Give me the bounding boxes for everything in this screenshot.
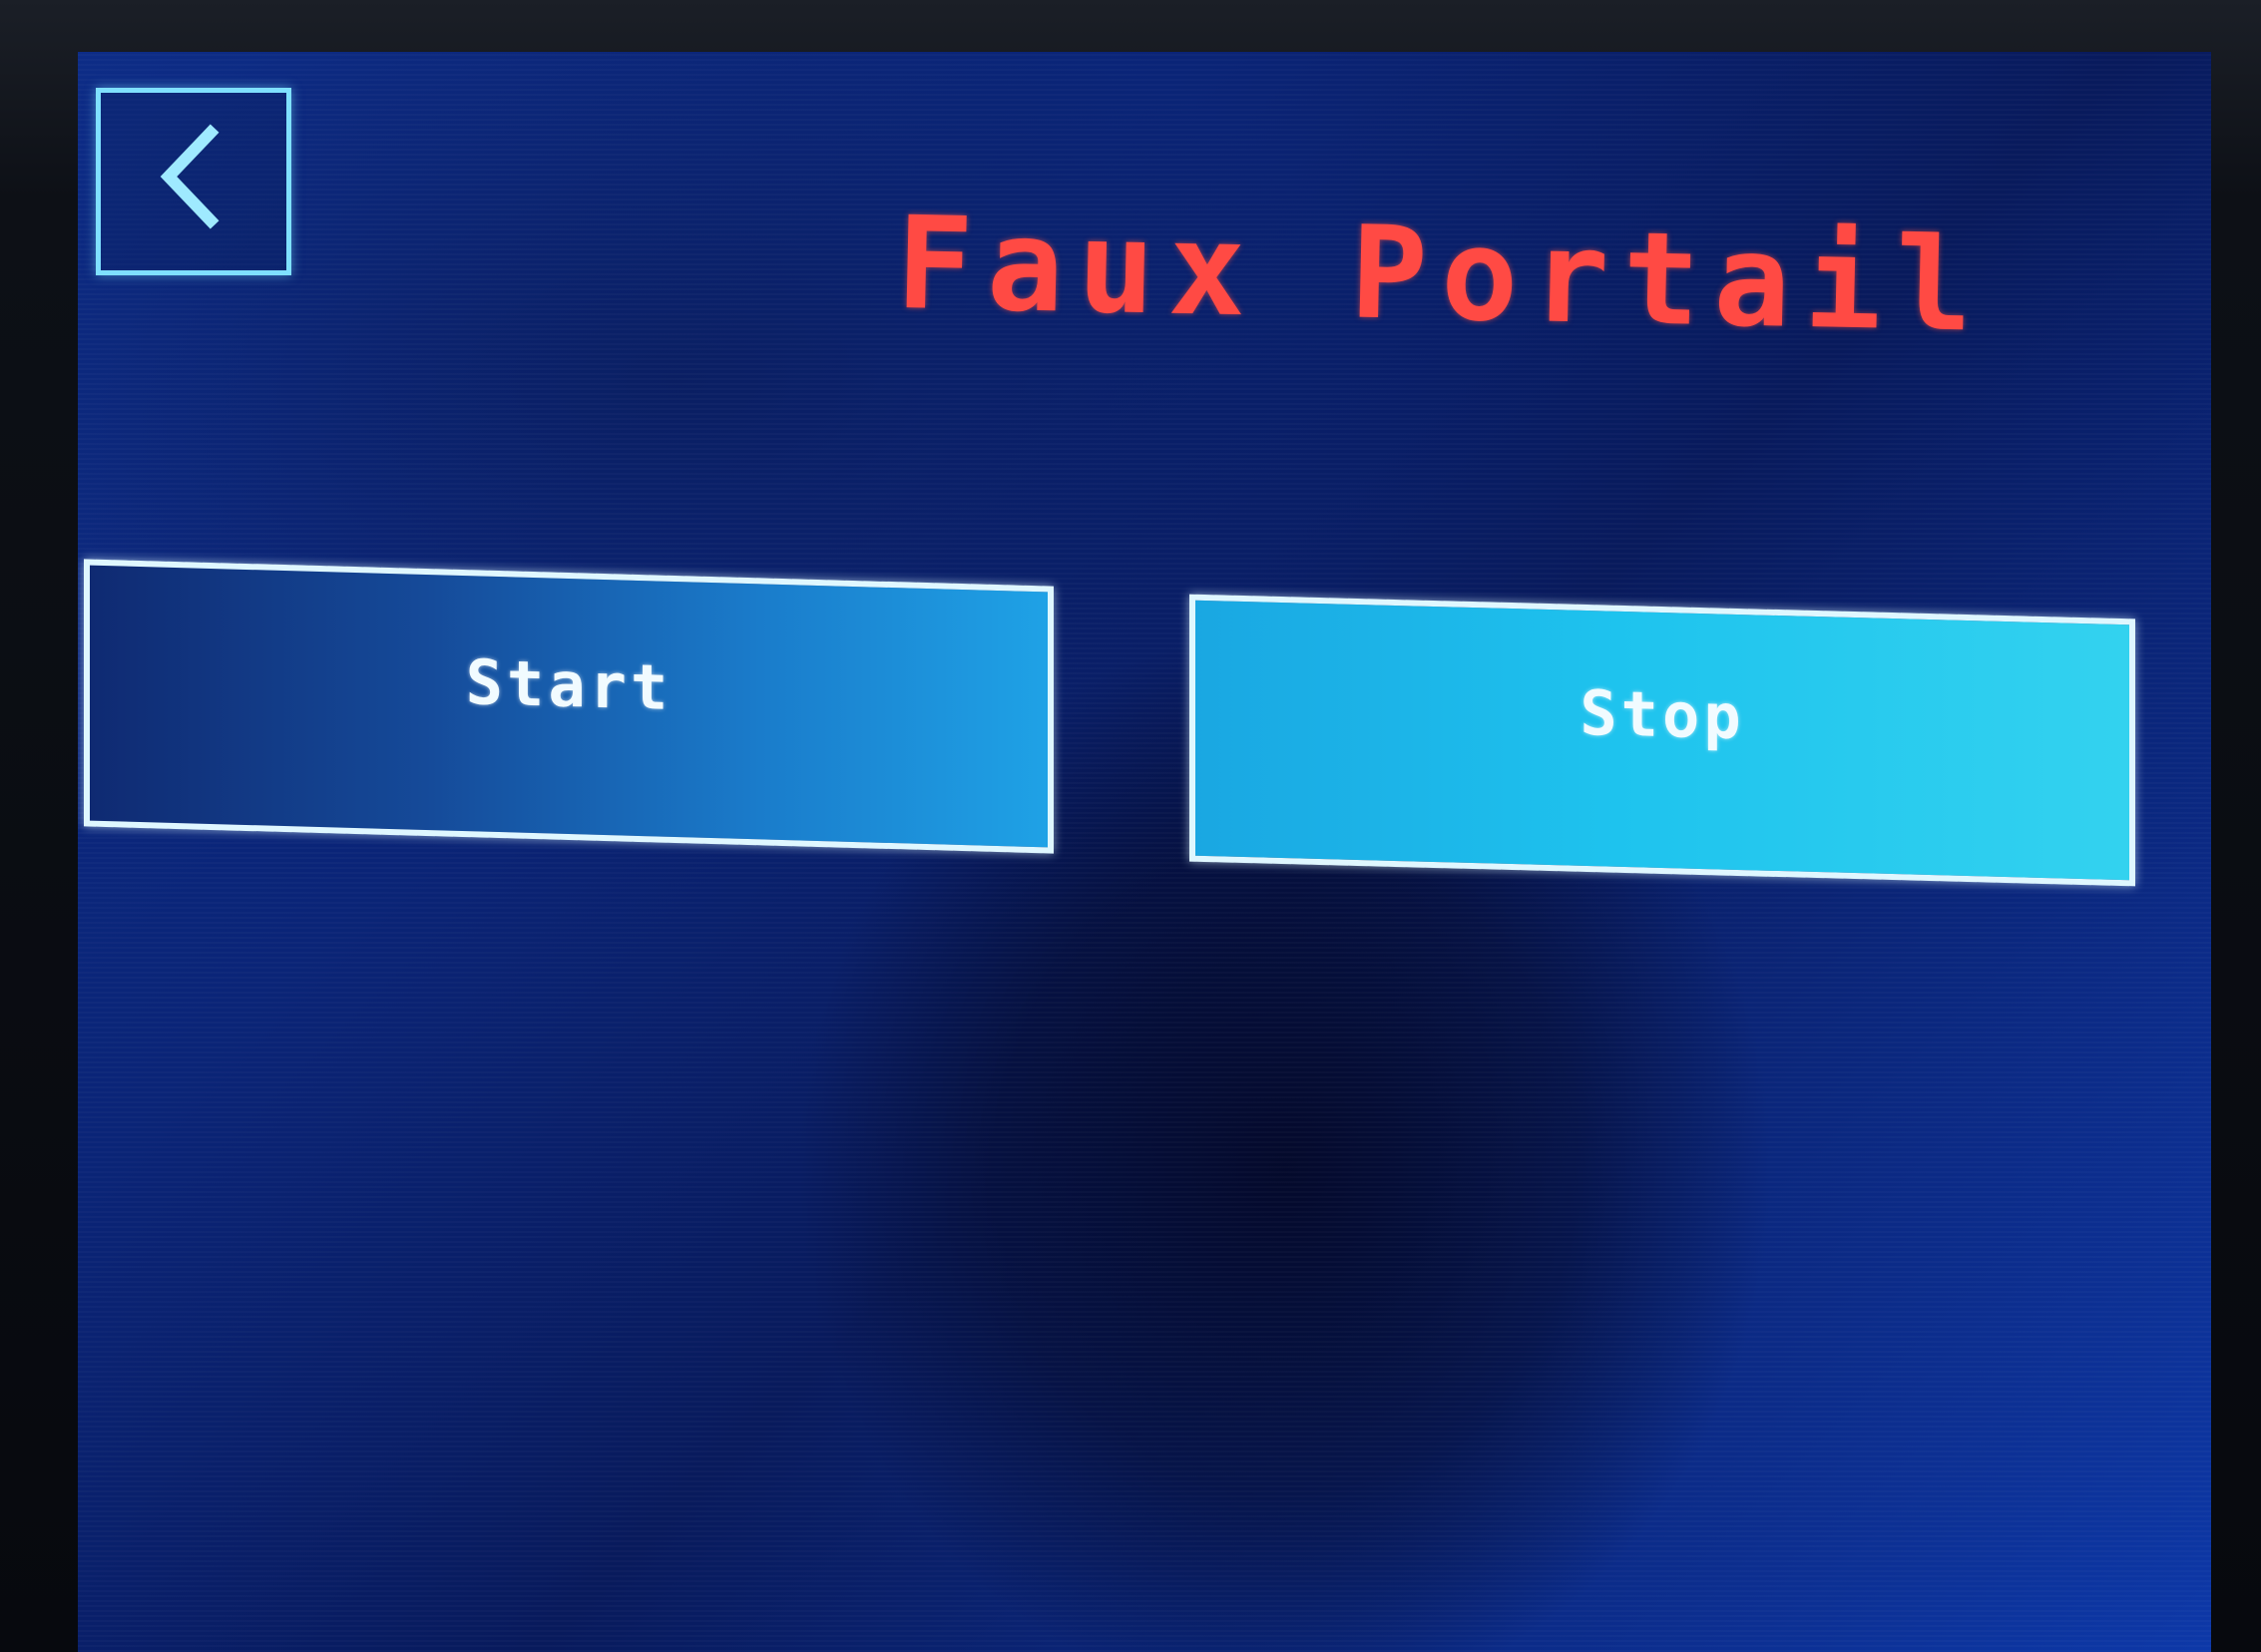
chevron-left-icon — [160, 124, 220, 229]
start-button-label: Start — [465, 645, 673, 724]
display-screen: Faux Portail Start Stop — [78, 52, 2211, 1652]
stop-button[interactable]: Stop — [1189, 594, 2135, 887]
start-button[interactable]: Start — [84, 559, 1054, 854]
stop-button-label: Stop — [1580, 675, 1745, 754]
back-button[interactable] — [96, 88, 291, 275]
device-bezel: Faux Portail Start Stop — [0, 0, 2261, 1652]
page-title: Faux Portail — [894, 189, 1989, 361]
